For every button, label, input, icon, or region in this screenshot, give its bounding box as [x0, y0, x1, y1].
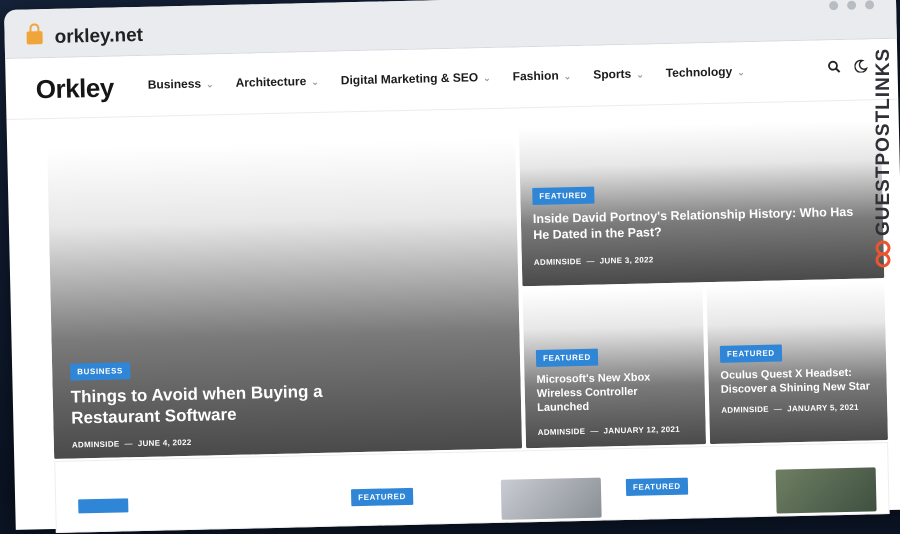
- watermark-text: GUESTPOSTLINKS: [873, 47, 894, 236]
- menu-item-label: Sports: [593, 66, 632, 82]
- category-badge[interactable]: FEATURED: [535, 348, 598, 368]
- header-icons: [827, 59, 868, 76]
- menu-item-sports[interactable]: Sports ⌄: [593, 67, 644, 82]
- browser-window: orkley.net Orkley Business ⌄ Architecture…: [4, 0, 900, 533]
- hero-bottom-right-card[interactable]: FEATURED Oculus Quest X Headset: Discove…: [706, 282, 888, 445]
- article-author[interactable]: ADMINSIDE: [538, 427, 586, 437]
- main-menu: Business ⌄ Architecture ⌄ Digital Marketin…: [147, 64, 767, 92]
- menu-item-fashion[interactable]: Fashion ⌄: [513, 68, 572, 83]
- article-date: JANUARY 12, 2021: [603, 424, 681, 436]
- article-title[interactable]: Things to Avoid when Buying a Restaurant…: [71, 380, 372, 429]
- dark-mode-moon-icon[interactable]: [854, 59, 868, 75]
- menu-item-label: Digital Marketing & SEO: [340, 70, 479, 88]
- menu-item-label: Fashion: [512, 68, 559, 84]
- menu-item-label: Technology: [665, 64, 733, 81]
- hero-main-card[interactable]: BUSINESS Things to Avoid when Buying a R…: [47, 138, 523, 459]
- search-icon[interactable]: [827, 60, 841, 76]
- menu-item-architecture[interactable]: Architecture ⌄: [235, 74, 319, 90]
- article-title[interactable]: Microsoft's New Xbox Wireless Controller…: [536, 371, 682, 416]
- category-badge[interactable]: BUSINESS: [70, 362, 131, 381]
- article-author[interactable]: ADMINSIDE: [721, 405, 769, 415]
- category-badge[interactable]: FEATURED: [625, 477, 688, 497]
- category-badge[interactable]: FEATURED: [719, 344, 782, 363]
- chevron-down-icon: ⌄: [636, 69, 644, 80]
- lock-icon: [26, 31, 43, 45]
- article-thumbnail[interactable]: [500, 477, 602, 520]
- article-title[interactable]: Oculus Quest X Headset: Discover a Shini…: [720, 366, 881, 397]
- chevron-down-icon: ⌄: [483, 72, 491, 84]
- hero-top-right-card[interactable]: FEATURED Inside David Portnoy's Relation…: [518, 120, 885, 287]
- article-date: JUNE 4, 2022: [137, 437, 192, 449]
- link-logo-icon: [875, 240, 891, 268]
- chevron-down-icon: ⌄: [205, 79, 214, 90]
- guestpostlinks-watermark: GUESTPOSTLINKS: [868, 40, 898, 270]
- article-author[interactable]: ADMINSIDE: [72, 439, 120, 449]
- window-controls: [829, 0, 875, 11]
- chevron-down-icon: ⌄: [737, 67, 745, 78]
- menu-item-label: Architecture: [235, 74, 307, 90]
- card-image: [706, 282, 888, 445]
- menu-item-digital-marketing[interactable]: Digital Marketing & SEO ⌄: [341, 70, 491, 87]
- article-date: JANUARY 5, 2021: [787, 402, 859, 414]
- menu-item-technology[interactable]: Technology ⌄: [666, 64, 745, 80]
- window-dot-icon[interactable]: [847, 0, 857, 10]
- chevron-down-icon: ⌄: [311, 76, 319, 88]
- article-date: JUNE 3, 2022: [599, 255, 654, 266]
- category-badge[interactable]: FEATURED: [532, 186, 595, 206]
- hero-bottom-left-card[interactable]: FEATURED Microsoft's New Xbox Wireless C…: [522, 286, 707, 449]
- category-badge[interactable]: [78, 498, 129, 514]
- address-bar-url[interactable]: orkley.net: [54, 25, 143, 49]
- chevron-down-icon: ⌄: [563, 71, 572, 82]
- article-thumbnail[interactable]: [775, 467, 877, 514]
- category-badge[interactable]: FEATURED: [350, 487, 414, 507]
- window-dot-icon[interactable]: [865, 0, 875, 10]
- menu-item-label: Business: [147, 76, 202, 92]
- menu-item-business[interactable]: Business ⌄: [147, 76, 214, 92]
- article-author[interactable]: ADMINSIDE: [534, 257, 582, 267]
- window-dot-icon[interactable]: [829, 1, 839, 11]
- site-logo[interactable]: Orkley: [35, 73, 114, 106]
